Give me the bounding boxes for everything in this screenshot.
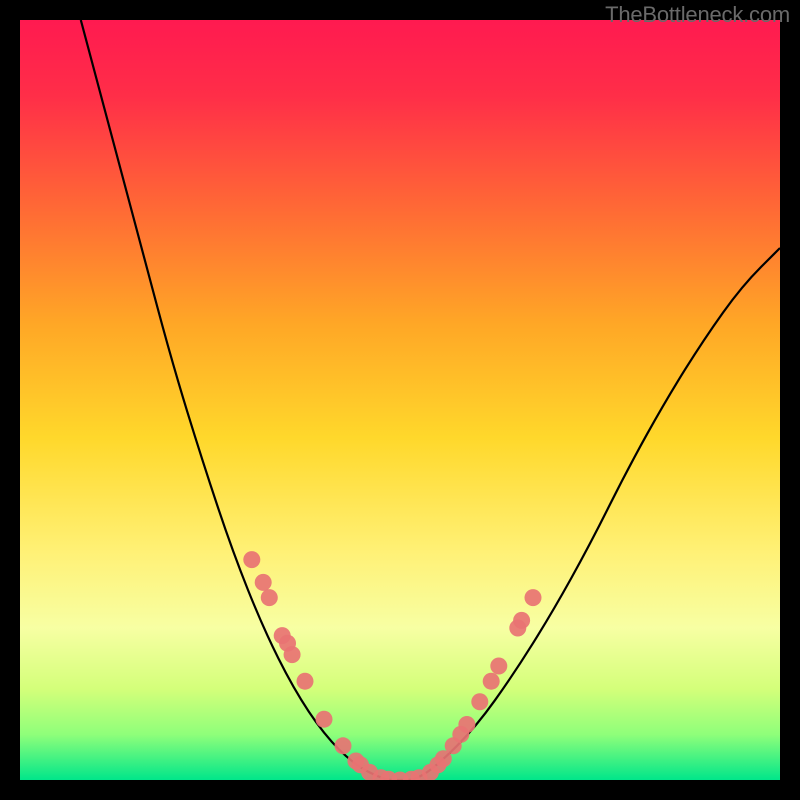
data-point — [316, 711, 333, 728]
data-point — [490, 658, 507, 675]
data-point — [297, 673, 314, 690]
data-point — [513, 612, 530, 629]
data-point — [483, 673, 500, 690]
data-point — [335, 737, 352, 754]
chart-container: TheBottleneck.com — [0, 0, 800, 800]
plot-area — [20, 20, 780, 780]
watermark-label: TheBottleneck.com — [605, 2, 790, 28]
data-point — [471, 693, 488, 710]
data-point — [458, 716, 475, 733]
chart-svg — [20, 20, 780, 780]
data-point — [284, 646, 301, 663]
data-point — [255, 574, 272, 591]
data-point — [261, 589, 278, 606]
data-point — [243, 551, 260, 568]
data-point — [525, 589, 542, 606]
